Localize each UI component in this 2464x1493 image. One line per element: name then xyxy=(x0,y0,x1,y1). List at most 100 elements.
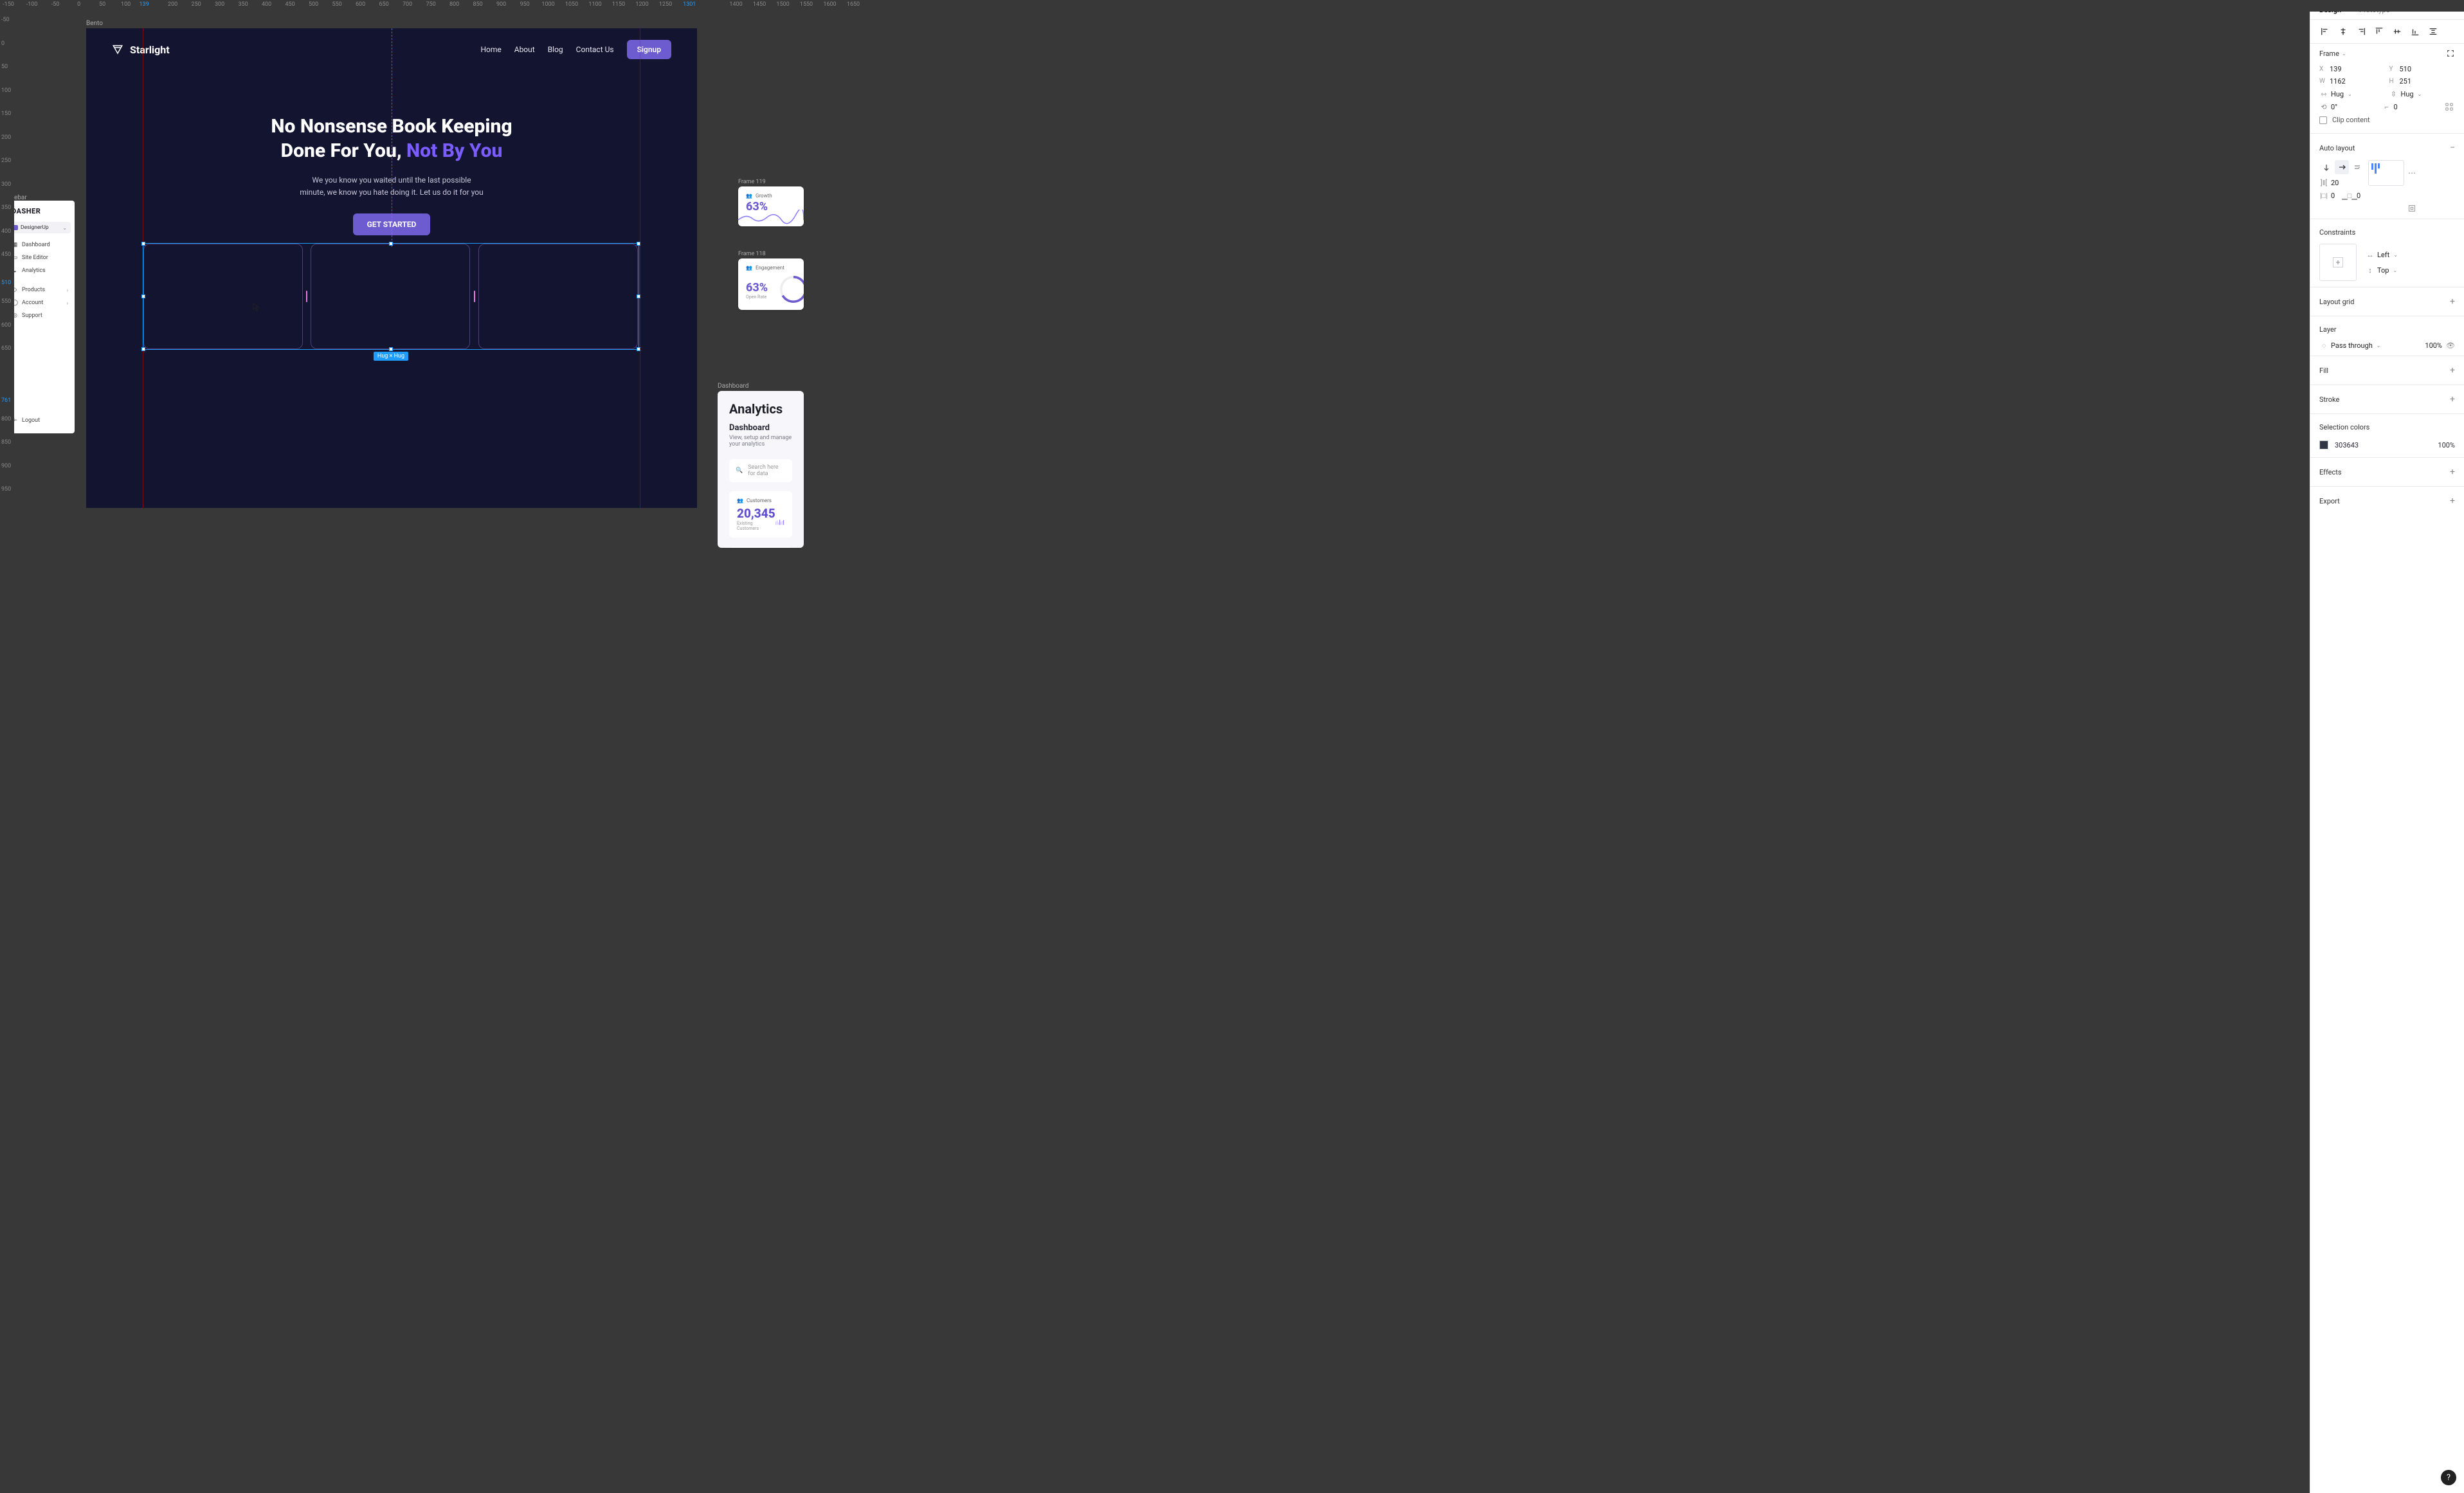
resize-handle-tr[interactable] xyxy=(637,242,640,246)
autolayout-direction xyxy=(2319,160,2364,174)
selected-frame[interactable]: Hug × Hug xyxy=(143,243,639,350)
help-button[interactable]: ? xyxy=(2441,1470,2456,1485)
selection-color-row[interactable]: 303643 100% xyxy=(2310,437,2464,453)
plus-icon: + xyxy=(2336,258,2341,267)
resize-handle-tm[interactable] xyxy=(389,242,393,246)
horizontal-ruler[interactable]: -150-100-5005010013920025030035040045050… xyxy=(0,0,2464,12)
frame-label-dashboard[interactable]: Dashboard xyxy=(718,383,748,390)
independent-corners-icon[interactable] xyxy=(2445,102,2454,111)
padding-vertical-icon: ▁□▁ xyxy=(2345,191,2354,200)
logo[interactable]: Starlight xyxy=(112,44,170,56)
frame-section-header[interactable]: Frame⌄ xyxy=(2310,44,2464,63)
hresize-icon: ⇿ xyxy=(2319,89,2328,98)
selected-child-1[interactable] xyxy=(143,244,303,349)
size-w-mode[interactable]: ⇿Hug⌄ xyxy=(2319,89,2386,98)
resize-handle-lm[interactable] xyxy=(141,294,145,298)
add-fill-button[interactable]: + xyxy=(2450,365,2455,376)
align-left-button[interactable] xyxy=(2317,24,2333,39)
padding-h-field[interactable]: |□|0 xyxy=(2319,191,2339,200)
clip-content-toggle[interactable]: Clip content xyxy=(2310,113,2464,129)
add-stroke-button[interactable]: + xyxy=(2450,394,2455,404)
size-h-mode[interactable]: ⇳Hug⌄ xyxy=(2389,89,2456,98)
frame-label-bento[interactable]: Bento xyxy=(86,20,103,27)
canvas[interactable]: -150-100-5005010013920025030035040045050… xyxy=(0,0,2464,1493)
resize-handle-br[interactable] xyxy=(637,347,640,351)
hero-line2-accent: Not By You xyxy=(406,140,502,162)
add-export-button[interactable]: + xyxy=(2450,496,2455,506)
nav-blog[interactable]: Blog xyxy=(548,45,563,54)
sidebar-item-products[interactable]: ◇Products› xyxy=(9,284,71,296)
remove-autolayout-button[interactable]: − xyxy=(2450,143,2455,153)
signup-button[interactable]: Signup xyxy=(627,40,671,59)
sidebar-item-support[interactable]: ◎Support xyxy=(9,309,71,322)
constraint-v-field[interactable]: ↕Top⌄ xyxy=(2366,266,2398,275)
y-field[interactable]: Y510 xyxy=(2389,65,2456,73)
vertical-ruler[interactable]: -500501001502002503003504004505105506006… xyxy=(0,12,14,1493)
customers-table[interactable]: NameEmail Jennifer jennifer xyxy=(729,547,792,548)
add-layoutgrid-button[interactable]: + xyxy=(2450,296,2455,307)
sidebar-item-dashboard[interactable]: ▦Dashboard xyxy=(9,239,71,251)
frame-119[interactable]: 👥Growth 63% xyxy=(738,186,804,226)
gap-indicator-1[interactable] xyxy=(306,291,307,302)
independent-padding-icon[interactable] xyxy=(2407,204,2416,213)
opacity-field[interactable]: 100% xyxy=(2425,341,2442,350)
design-panel[interactable]: Design Prototype Frame⌄ X139 Y510 W1162 … xyxy=(2310,0,2464,1493)
h-field[interactable]: H251 xyxy=(2389,77,2456,86)
w-field[interactable]: W1162 xyxy=(2319,77,2386,86)
constraints-diagram[interactable]: + xyxy=(2319,244,2357,281)
color-swatch[interactable] xyxy=(2319,440,2328,449)
frame-label-119[interactable]: Frame 119 xyxy=(738,179,766,185)
frame-118[interactable]: 👥Engagement 63% Open Rate xyxy=(738,258,804,310)
nav-home[interactable]: Home xyxy=(480,45,501,54)
visibility-icon[interactable]: 👁 xyxy=(2446,341,2455,350)
gap-field[interactable]: ]‖[20 xyxy=(2319,178,2364,187)
dashboard-frame[interactable]: Analytics Dashboard View, setup and mana… xyxy=(718,391,804,548)
engagement-icon: 👥 xyxy=(746,265,752,271)
constraint-vertical-icon: ↕ xyxy=(2366,266,2375,275)
gap-indicator-2[interactable] xyxy=(474,291,475,302)
resize-to-fit-icon[interactable] xyxy=(2446,49,2455,58)
alignment-box[interactable] xyxy=(2368,160,2404,186)
align-vcenter-button[interactable] xyxy=(2389,24,2405,39)
resize-handle-rm[interactable] xyxy=(637,294,640,298)
workspace-dropdown[interactable]: DesignerUp ⌄ xyxy=(9,222,71,233)
nav-contact[interactable]: Contact Us xyxy=(576,45,614,54)
chevron-down-icon: ⌄ xyxy=(2348,91,2352,97)
resize-handle-bl[interactable] xyxy=(141,347,145,351)
align-right-button[interactable] xyxy=(2353,24,2369,39)
sidebar-item-account[interactable]: ◯Account› xyxy=(9,296,71,309)
autolayout-more-button[interactable]: ⋯ xyxy=(2408,168,2416,177)
constraint-h-field[interactable]: ↔Left⌄ xyxy=(2366,250,2398,259)
distribute-button[interactable] xyxy=(2425,24,2441,39)
add-effect-button[interactable]: + xyxy=(2450,467,2455,477)
resize-handle-tl[interactable] xyxy=(141,242,145,246)
direction-wrap-button[interactable] xyxy=(2350,160,2364,174)
rotation-field[interactable]: ⟲0° xyxy=(2319,102,2378,111)
sidebar-component[interactable]: DASHER DesignerUp ⌄ ▦Dashboard ▭Site Edi… xyxy=(5,201,75,433)
corner-radius-icon: ⌐ xyxy=(2382,102,2391,111)
sidebar-item-site-editor[interactable]: ▭Site Editor xyxy=(9,251,71,264)
selected-child-2[interactable] xyxy=(311,244,470,349)
sidebar-item-logout[interactable]: ⇤Logout xyxy=(9,414,71,427)
padding-v-field[interactable]: ▁□▁0 xyxy=(2345,191,2364,200)
color-opacity[interactable]: 100% xyxy=(2438,441,2455,449)
direction-vertical-button[interactable] xyxy=(2319,160,2333,174)
blend-mode-field[interactable]: ◌Pass through⌄ xyxy=(2319,341,2421,350)
sidebar-item-analytics[interactable]: ◒Analytics xyxy=(9,264,71,277)
nav-about[interactable]: About xyxy=(514,45,535,54)
customers-card[interactable]: 👥Customers 20,345 Existing Customers xyxy=(729,491,792,538)
vresize-icon: ⇳ xyxy=(2389,89,2398,98)
frame-label-118[interactable]: Frame 118 xyxy=(738,251,766,257)
bento-frame[interactable]: Starlight Home About Blog Contact Us Sig… xyxy=(86,28,697,508)
selected-child-3[interactable] xyxy=(478,244,638,349)
x-field[interactable]: X139 xyxy=(2319,65,2386,73)
align-top-button[interactable] xyxy=(2371,24,2387,39)
align-bottom-button[interactable] xyxy=(2407,24,2423,39)
resize-handle-bm[interactable] xyxy=(389,347,393,351)
corner-field[interactable]: ⌐0 xyxy=(2382,102,2441,111)
chevron-right-icon: › xyxy=(67,300,68,306)
direction-horizontal-button[interactable] xyxy=(2335,160,2349,174)
color-hex[interactable]: 303643 xyxy=(2335,441,2359,449)
align-hcenter-button[interactable] xyxy=(2335,24,2351,39)
dashboard-search[interactable]: 🔍 Search here for data xyxy=(729,459,792,482)
